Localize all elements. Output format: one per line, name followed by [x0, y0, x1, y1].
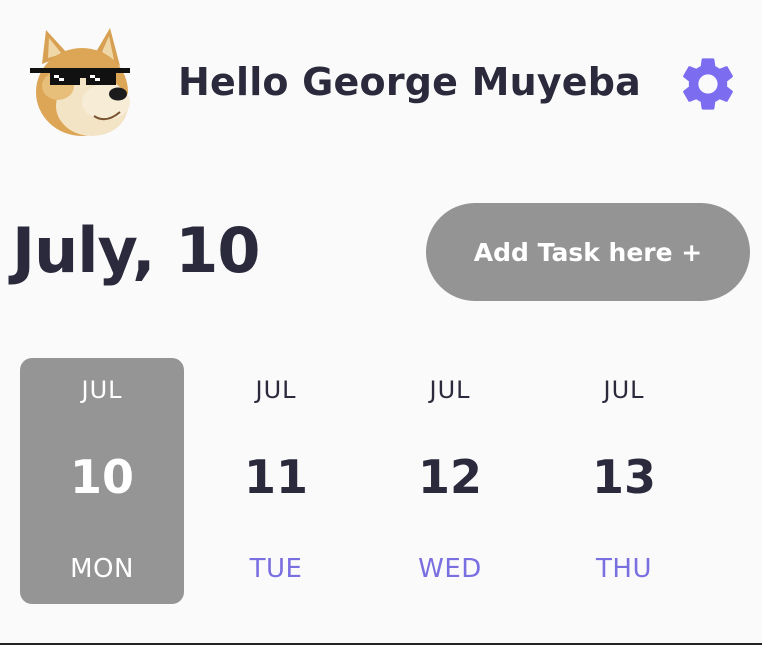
date-day-number: 13: [591, 450, 656, 504]
date-weekday: WED: [418, 554, 482, 584]
date-month: JUL: [429, 376, 471, 404]
date-item-jul-11[interactable]: JUL 11 TUE: [194, 358, 358, 604]
date-day-number: 11: [243, 450, 308, 504]
settings-button[interactable]: [676, 52, 740, 116]
greeting-text: Hello George Muyeba: [178, 60, 642, 104]
date-weekday: MON: [70, 554, 134, 584]
current-date-heading: July, 10: [12, 214, 260, 287]
doge-avatar-icon: [30, 28, 130, 136]
date-month: JUL: [255, 376, 297, 404]
date-month: JUL: [81, 376, 123, 404]
date-weekday: THU: [596, 554, 652, 584]
gear-icon: [683, 58, 733, 110]
date-picker: JUL 10 MON JUL 11 TUE JUL 12 WED JUL 13 …: [20, 358, 720, 604]
date-weekday: TUE: [249, 554, 303, 584]
date-item-jul-13[interactable]: JUL 13 THU: [542, 358, 706, 604]
date-month: JUL: [603, 376, 645, 404]
avatar[interactable]: [24, 24, 140, 140]
date-day-number: 12: [417, 450, 482, 504]
date-item-jul-12[interactable]: JUL 12 WED: [368, 358, 532, 604]
date-item-jul-10[interactable]: JUL 10 MON: [20, 358, 184, 604]
add-task-button[interactable]: Add Task here +: [426, 203, 750, 301]
date-day-number: 10: [69, 450, 134, 504]
